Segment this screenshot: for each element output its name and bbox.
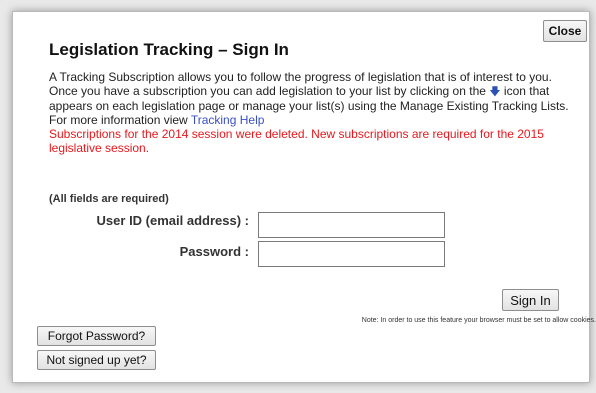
cookie-note: Note: In order to use this feature your … (361, 317, 596, 324)
dialog-title: Legislation Tracking – Sign In (49, 40, 289, 59)
close-button[interactable]: Close (543, 20, 587, 42)
intro-text: A Tracking Subscription allows you to fo… (49, 70, 579, 155)
subscription-warning: Subscriptions for the 2014 session were … (49, 127, 544, 155)
userid-label: User ID (email address) : (96, 213, 249, 228)
intro-text-part1: A Tracking Subscription allows you to fo… (49, 70, 552, 98)
down-arrow-icon: 🡇 (489, 86, 501, 98)
sign-in-dialog: Close Legislation Tracking – Sign In A T… (12, 11, 596, 383)
userid-input[interactable] (258, 212, 445, 238)
not-signed-up-button[interactable]: Not signed up yet? (37, 350, 156, 370)
required-fields-note: (All fields are required) (49, 193, 169, 205)
password-input[interactable] (258, 241, 445, 267)
sign-in-button[interactable]: Sign In (502, 289, 559, 311)
tracking-help-link[interactable]: Tracking Help (191, 113, 265, 127)
password-label: Password : (179, 244, 249, 259)
forgot-password-button[interactable]: Forgot Password? (37, 326, 156, 346)
